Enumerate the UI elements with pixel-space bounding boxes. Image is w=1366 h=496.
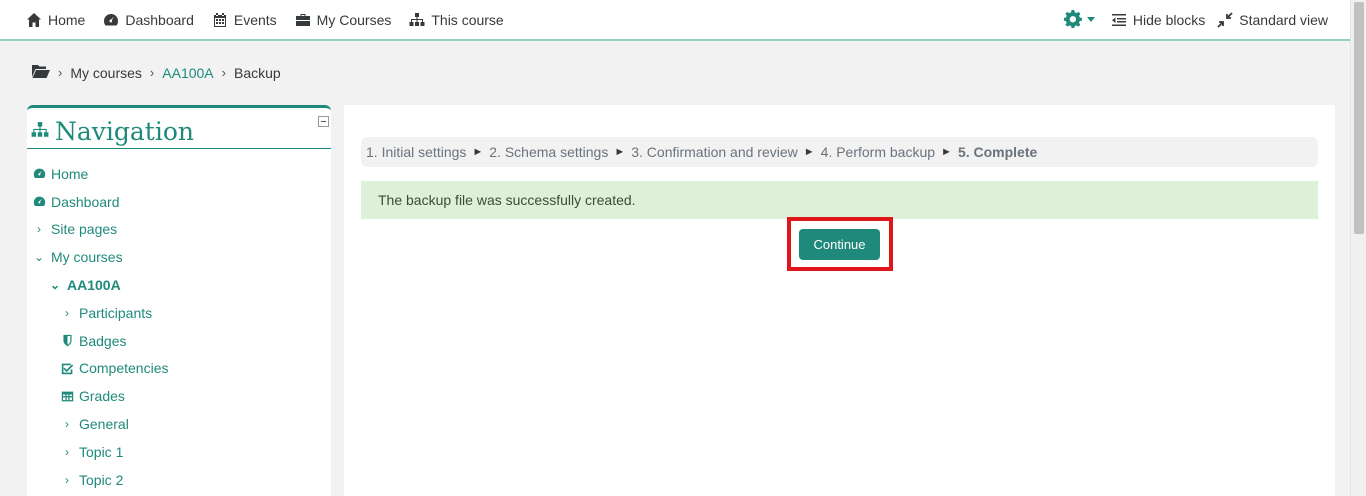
nav-tree-item-participants[interactable]: › Participants	[27, 299, 331, 327]
backup-progress-bar: 1. Initial settings ► 2. Schema settings…	[361, 137, 1318, 167]
sitemap-icon	[31, 121, 55, 142]
breadcrumb-current: Backup	[233, 64, 281, 81]
backup-step: 3. Confirmation and review	[631, 144, 798, 160]
nav-tree-item-course[interactable]: ⌄ AA100A	[27, 271, 331, 299]
backup-step: 1. Initial settings	[366, 144, 467, 160]
step-separator-icon: ►	[941, 146, 952, 158]
standard-view-label: Standard view	[1239, 11, 1328, 28]
standard-view-button[interactable]: Standard view	[1217, 12, 1328, 28]
briefcase-icon	[295, 13, 310, 26]
chevron-right-icon: ›	[65, 305, 69, 320]
breadcrumb-course[interactable]: AA100A	[162, 65, 213, 81]
navigation-block: Navigation Home Dashboard › Site pages ⌄…	[27, 105, 331, 496]
nav-events-label: Events	[233, 11, 277, 28]
nav-mycourses-label: My Courses	[316, 11, 392, 28]
continue-button[interactable]: Continue	[799, 229, 880, 260]
table-icon	[61, 391, 74, 402]
nav-thiscourse-label: This course	[431, 11, 504, 28]
nav-tree-label: Badges	[79, 332, 127, 349]
nav-mycourses-link[interactable]: My Courses	[295, 11, 392, 28]
nav-tree-label: Grades	[79, 388, 125, 405]
nav-dashboard-label: Dashboard	[125, 11, 194, 28]
chevron-right-icon: ›	[65, 472, 69, 487]
shield-icon	[63, 334, 72, 347]
nav-tree-item-topic-2[interactable]: › Topic 2	[27, 466, 331, 494]
nav-tree-label: Topic 1	[79, 443, 124, 460]
chevron-right-icon: ›	[37, 222, 41, 237]
main-content: 1. Initial settings ► 2. Schema settings…	[344, 105, 1335, 496]
success-alert: The backup file was successfully created…	[361, 181, 1318, 219]
dashboard-icon	[33, 196, 46, 207]
step-separator-icon: ►	[614, 146, 626, 158]
step-separator-icon: ►	[472, 146, 484, 158]
chevron-right-icon: ›	[65, 444, 69, 459]
breadcrumb-separator: ›	[149, 65, 155, 80]
success-alert-message: The backup file was successfully created…	[378, 192, 636, 208]
nav-tree-label: General	[79, 416, 129, 433]
nav-thiscourse-link[interactable]: This course	[409, 11, 504, 28]
settings-menu-button[interactable]	[1063, 9, 1095, 30]
nav-tree-item-my-courses[interactable]: ⌄ My courses	[27, 243, 331, 271]
dashboard-icon	[33, 169, 46, 179]
nav-tree-item-dashboard[interactable]: Dashboard	[27, 188, 331, 216]
nav-tree-item-topic-1[interactable]: › Topic 1	[27, 438, 331, 466]
chevron-down-icon: ⌄	[49, 278, 61, 293]
nav-tree-label: My courses	[51, 249, 123, 266]
chevron-down-icon: ⌄	[33, 250, 45, 265]
nav-tree-label: Site pages	[51, 221, 118, 238]
nav-tree-item-site-pages[interactable]: › Site pages	[27, 216, 331, 244]
page-scrollbar[interactable]	[1350, 0, 1366, 496]
breadcrumb-separator: ›	[221, 65, 226, 80]
checkbox-icon	[61, 363, 74, 375]
breadcrumb-my-courses[interactable]: My courses	[70, 65, 142, 81]
backup-step: 4. Perform backup	[820, 144, 936, 160]
navbar-right: Hide blocks Standard view	[1063, 9, 1350, 30]
breadcrumb: › My courses › AA100A › Backup	[26, 52, 1322, 93]
nav-tree-label: Dashboard	[51, 193, 120, 210]
hide-blocks-button[interactable]: Hide blocks	[1111, 12, 1205, 28]
home-icon	[27, 12, 41, 27]
compress-icon	[1217, 11, 1233, 28]
gear-icon	[1063, 9, 1082, 28]
nav-tree-label: Competencies	[79, 360, 169, 377]
navigation-block-header: Navigation	[27, 108, 331, 149]
hide-blocks-icon	[1111, 13, 1126, 26]
nav-tree-item-general[interactable]: › General	[27, 410, 331, 438]
nav-dashboard-link[interactable]: Dashboard	[103, 12, 194, 28]
nav-tree-label: Participants	[79, 304, 153, 321]
sitemap-icon	[409, 12, 425, 26]
nav-home-link[interactable]: Home	[26, 12, 85, 28]
navigation-tree: Home Dashboard › Site pages ⌄ My courses…	[27, 149, 331, 494]
top-navbar: Home Dashboard Events My Courses This co…	[0, 0, 1350, 41]
chevron-right-icon: ›	[65, 417, 69, 432]
nav-tree-item-home[interactable]: Home	[27, 160, 331, 188]
folder-open-icon	[32, 63, 50, 82]
dashboard-icon	[104, 13, 119, 25]
backup-step-current: 5. Complete	[957, 144, 1038, 160]
step-separator-icon: ►	[803, 146, 815, 158]
nav-tree-label: AA100A	[67, 277, 121, 294]
nav-tree-label: Home	[51, 165, 89, 182]
nav-tree-label: Topic 2	[79, 471, 124, 488]
collapse-block-button[interactable]	[318, 116, 329, 127]
calendar-icon	[213, 12, 226, 27]
nav-tree-item-competencies[interactable]: Competencies	[27, 355, 331, 383]
nav-home-label: Home	[48, 11, 86, 28]
nav-tree-item-badges[interactable]: Badges	[27, 327, 331, 355]
breadcrumb-separator: ›	[58, 65, 63, 80]
chevron-down-icon	[1086, 17, 1095, 22]
scrollbar-thumb[interactable]	[1354, 2, 1364, 234]
navigation-block-title: Navigation	[55, 116, 195, 146]
hide-blocks-label: Hide blocks	[1132, 11, 1206, 28]
navbar-left: Home Dashboard Events My Courses This co…	[0, 12, 522, 28]
nav-events-link[interactable]: Events	[212, 12, 277, 28]
nav-tree-item-grades[interactable]: Grades	[27, 382, 331, 410]
backup-step: 2. Schema settings	[489, 144, 609, 160]
